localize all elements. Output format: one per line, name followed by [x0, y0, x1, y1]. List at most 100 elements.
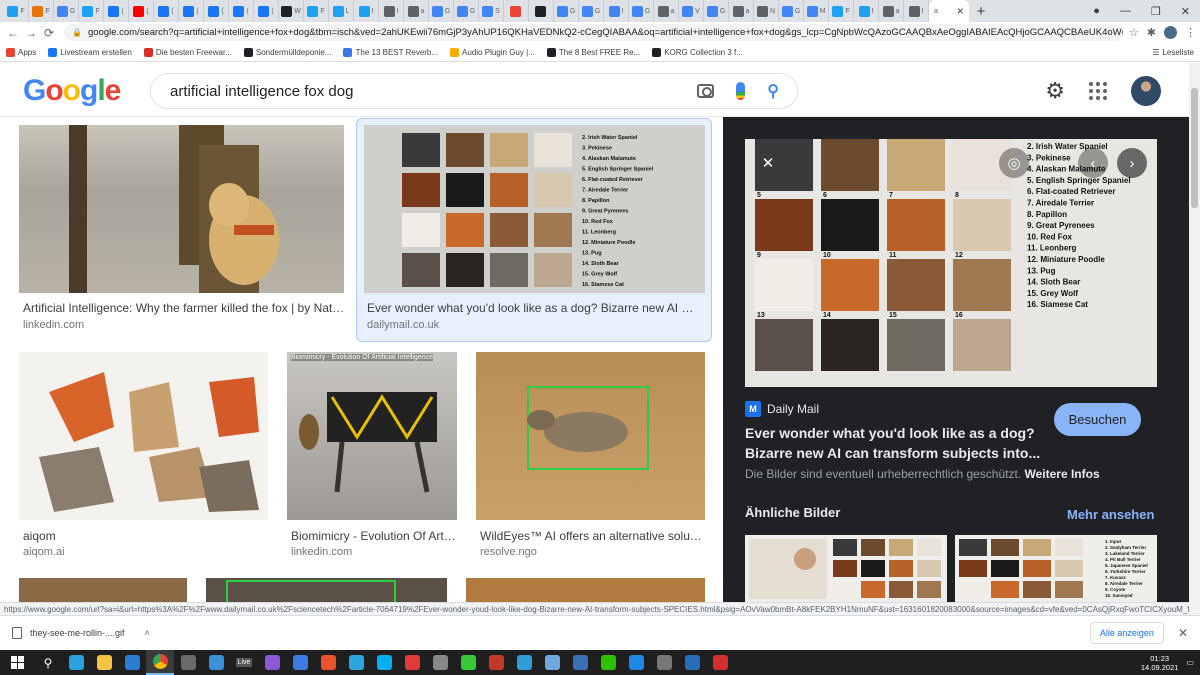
browser-tab[interactable]: I	[604, 0, 629, 22]
browser-tab[interactable]: N	[754, 0, 779, 22]
page-scrollbar[interactable]	[1189, 63, 1200, 615]
download-item[interactable]: they-see-me-rollin-....gif ˄	[12, 627, 150, 639]
taskbar-app-icon[interactable]	[454, 650, 482, 675]
lens-search-icon[interactable]: ◎	[999, 148, 1029, 178]
browser-tab[interactable]: G	[454, 0, 479, 22]
show-all-button[interactable]: Alle anzeigen	[1089, 622, 1164, 644]
browser-tab[interactable]: G	[779, 0, 804, 22]
start-button[interactable]	[0, 650, 34, 675]
taskbar-app-icon[interactable]	[202, 650, 230, 675]
result-title[interactable]: WildEyes™ AI offers an alternative solut…	[480, 529, 705, 543]
camera-search-icon[interactable]	[697, 84, 715, 98]
browser-tab[interactable]: G	[629, 0, 654, 22]
more-info-link[interactable]: Weitere Infos	[1025, 467, 1100, 481]
avatar[interactable]	[1131, 76, 1161, 106]
browser-tab[interactable]: I	[354, 0, 379, 22]
result-thumbnail[interactable]	[466, 578, 705, 602]
browser-tab[interactable]: G	[554, 0, 579, 22]
taskbar-app-icon[interactable]	[706, 650, 734, 675]
see-more-link[interactable]: Mehr ansehen	[1067, 507, 1154, 522]
bookmark-item[interactable]: Sondermülldeponie...	[243, 47, 331, 57]
browser-tab[interactable]: (	[154, 0, 179, 22]
browser-tab[interactable]: I	[904, 0, 929, 22]
result-thumbnail[interactable]	[19, 578, 187, 602]
browser-tab[interactable]: (	[104, 0, 129, 22]
reading-list[interactable]: ☰ Leseliste	[1152, 48, 1194, 57]
browser-tab[interactable]: F	[829, 0, 854, 22]
browser-tab[interactable]: I	[379, 0, 404, 22]
taskbar-app-icon[interactable]	[650, 650, 678, 675]
browser-tab[interactable]: F	[4, 0, 29, 22]
search-icon[interactable]: ⚲	[767, 81, 779, 101]
result-thumbnail[interactable]	[19, 352, 268, 520]
tab-close-icon[interactable]: ✕	[956, 6, 964, 17]
taskbar-app-icon[interactable]	[482, 650, 510, 675]
result-thumbnail[interactable]: Biomimicry - Evolution Of Artificial Int…	[287, 352, 457, 520]
similar-image-thumb[interactable]	[745, 535, 947, 602]
browser-tab[interactable]	[529, 0, 554, 22]
browser-tab[interactable]: a	[404, 0, 429, 22]
taskbar-search-icon[interactable]: ⚲	[34, 650, 62, 675]
gear-icon[interactable]: ⚙	[1045, 80, 1065, 102]
reload-button[interactable]: ⟳	[40, 26, 58, 40]
back-button[interactable]: ←	[4, 26, 22, 40]
extensions-icon[interactable]: ✱	[1147, 26, 1156, 39]
result-thumbnail[interactable]	[476, 352, 705, 520]
result-title[interactable]: aiqom	[23, 529, 263, 543]
browser-tab[interactable]: F	[79, 0, 104, 22]
browser-tab[interactable]: a	[654, 0, 679, 22]
bookmark-star-icon[interactable]: ☆	[1129, 26, 1139, 39]
taskbar-skype-icon[interactable]	[370, 650, 398, 675]
taskbar-app-icon[interactable]	[286, 650, 314, 675]
browser-tab[interactable]: V	[679, 0, 704, 22]
browser-tab[interactable]: (	[229, 0, 254, 22]
taskbar-chrome-icon[interactable]	[146, 650, 174, 675]
restore-button[interactable]: ❐	[1151, 5, 1161, 18]
taskbar-folder-icon[interactable]	[90, 650, 118, 675]
similar-image-thumb[interactable]: 1. Input 2. Sealyham Terrier 3. Lakeland T…	[955, 535, 1157, 602]
browser-tab[interactable]: (	[179, 0, 204, 22]
google-logo[interactable]: Google	[23, 74, 121, 108]
taskbar-app-icon[interactable]	[566, 650, 594, 675]
taskbar-app-icon[interactable]	[314, 650, 342, 675]
visit-button[interactable]: Besuchen	[1054, 403, 1141, 436]
taskbar-app-icon[interactable]	[678, 650, 706, 675]
apps-grid-icon[interactable]	[1089, 82, 1107, 100]
omnibox[interactable]: 🔒 google.com/search?q=artificial+intelli…	[64, 24, 1123, 41]
bookmark-item[interactable]: The 8 Best FREE Re...	[546, 47, 640, 57]
browser-tab[interactable]: F	[29, 0, 54, 22]
result-thumbnail[interactable]	[19, 125, 344, 293]
browser-tab[interactable]	[504, 0, 529, 22]
taskbar-mail-icon[interactable]	[118, 650, 146, 675]
browser-tab[interactable]: (	[129, 0, 154, 22]
taskbar-app-icon[interactable]	[622, 650, 650, 675]
chevron-left-icon[interactable]: ‹	[1078, 148, 1108, 178]
taskbar-app-icon[interactable]	[538, 650, 566, 675]
minimize-button[interactable]: —	[1120, 5, 1131, 17]
browser-tab[interactable]: I	[854, 0, 879, 22]
chevron-right-icon[interactable]: ›	[1117, 148, 1147, 178]
mic-icon[interactable]	[736, 82, 746, 100]
search-input[interactable]: artificial intelligence fox dog ⚲	[150, 73, 798, 109]
browser-tab[interactable]: F	[304, 0, 329, 22]
chevron-up-icon[interactable]: ˄	[145, 628, 150, 638]
bookmark-item[interactable]: The 13 BEST Reverb...	[343, 47, 438, 57]
result-thumbnail[interactable]	[206, 578, 447, 602]
taskbar-wechat-icon[interactable]	[594, 650, 622, 675]
browser-tab[interactable]: (	[204, 0, 229, 22]
close-icon[interactable]: ✕	[1178, 626, 1188, 640]
scrollbar-thumb[interactable]	[1191, 88, 1198, 208]
taskbar-app-icon[interactable]	[258, 650, 286, 675]
browser-tab[interactable]: a	[879, 0, 904, 22]
browser-tab[interactable]: G	[579, 0, 604, 22]
browser-tab[interactable]: a	[729, 0, 754, 22]
browser-tab[interactable]: S	[479, 0, 504, 22]
bookmark-item[interactable]: Audio Plugin Guy |...	[450, 47, 535, 57]
profile-dot-icon[interactable]: ●	[1093, 5, 1100, 17]
browser-tab[interactable]: L	[329, 0, 354, 22]
taskbar-app-icon[interactable]	[510, 650, 538, 675]
result-title[interactable]: Biomimicry - Evolution Of Arti...	[291, 529, 456, 543]
bookmark-item[interactable]: Livestream erstellen	[48, 47, 132, 57]
bookmark-item[interactable]: KORG Collection 3 f...	[652, 47, 743, 57]
browser-tab[interactable]: G	[429, 0, 454, 22]
